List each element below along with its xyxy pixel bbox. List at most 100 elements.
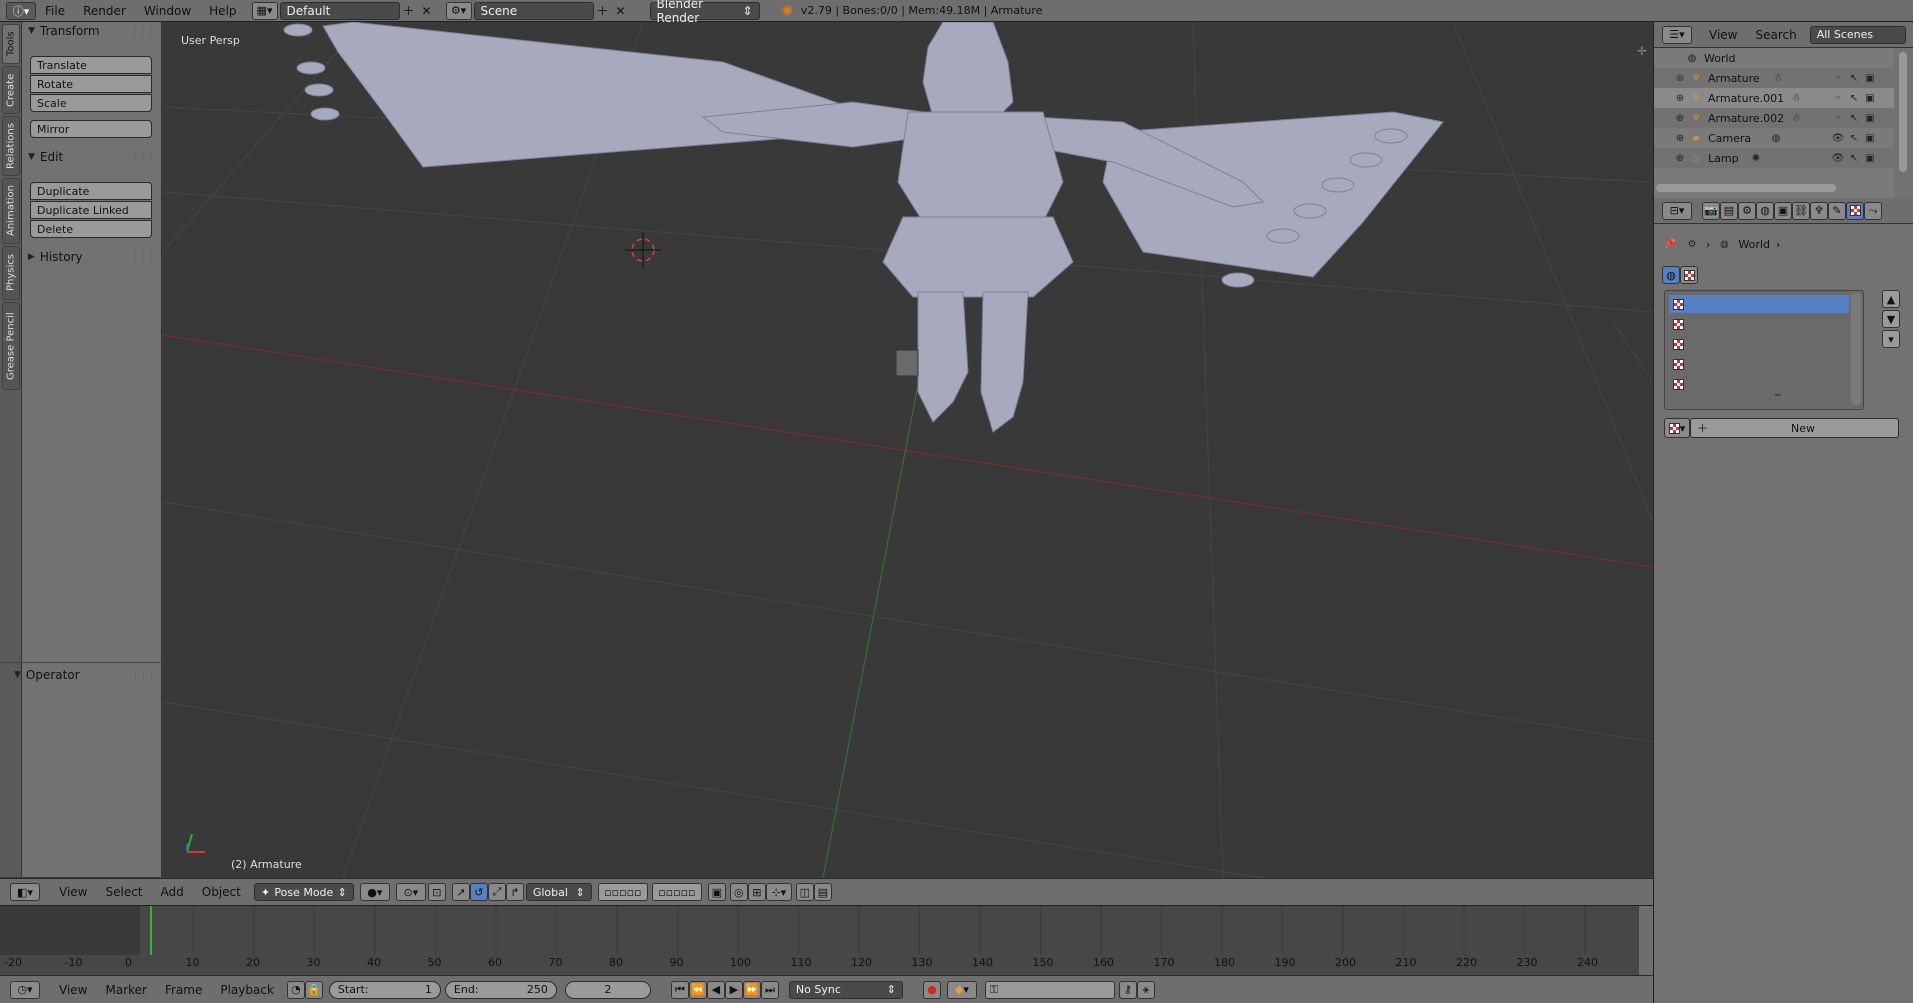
start-frame-field[interactable]: Start: 1 <box>328 980 441 999</box>
jump-start-icon[interactable]: ⏮ <box>670 980 689 999</box>
clock-icon[interactable]: ◷▾ <box>10 980 40 999</box>
menu-help[interactable]: Help <box>200 4 245 18</box>
scene-tab-icon[interactable]: ⚙ <box>1738 201 1756 220</box>
rotate-manipulator-icon[interactable]: ↺ <box>469 883 488 901</box>
duplicate-button[interactable]: Duplicate <box>30 182 152 200</box>
play-icon[interactable]: ▶ <box>724 980 743 999</box>
insert-keyframe-icon[interactable]: ⚷ <box>1118 980 1137 999</box>
expand-icon[interactable]: ⊕ <box>1672 150 1688 166</box>
tab-create[interactable]: Create <box>2 66 20 114</box>
menu-file[interactable]: File <box>36 4 74 18</box>
menu-render[interactable]: Render <box>74 4 135 18</box>
outliner-editor-icon[interactable]: ☰▾ <box>1662 25 1692 44</box>
add-layout-icon[interactable]: ＋ <box>400 2 418 20</box>
snap-element-icon[interactable]: ⊹▾ <box>765 883 792 901</box>
lock-icon[interactable]: 🔒 <box>304 980 323 999</box>
remove-scene-icon[interactable]: ✕ <box>612 2 630 20</box>
grip-icon[interactable]: ⋮⋮⋮ <box>131 252 156 262</box>
render-icon[interactable]: ▣ <box>1862 150 1878 166</box>
scene-field[interactable]: Scene <box>473 1 594 20</box>
timeline-scrollbar[interactable] <box>1639 906 1653 975</box>
menu-window[interactable]: Window <box>135 4 200 18</box>
keying-set-field[interactable]: ⚿ <box>984 980 1115 999</box>
grip-icon[interactable]: ⋮⋮⋮ <box>131 26 156 36</box>
end-frame-field[interactable]: End: 250 <box>444 980 557 999</box>
armature-box[interactable] <box>895 349 919 377</box>
editor-type-icon[interactable]: ◧▾ <box>10 883 40 901</box>
world-tab-icon[interactable]: ◍ <box>1756 201 1774 220</box>
cursor-select-icon[interactable]: ↖ <box>1846 90 1862 106</box>
expand-icon[interactable]: ⊕ <box>1672 90 1688 106</box>
outliner-hscrollbar[interactable] <box>1656 184 1836 192</box>
jump-keyframe-back-icon[interactable]: ⏪ <box>688 980 707 999</box>
orientation-select[interactable]: Global ⇕ <box>525 883 592 901</box>
render-icon[interactable]: ▣ <box>1862 110 1878 126</box>
mirror-button[interactable]: Mirror <box>30 120 152 138</box>
mode-select[interactable]: ✦ Pose Mode ⇕ <box>253 883 354 901</box>
outliner-tree[interactable]: ◍ World ⊕ ♆ Armature ☃ ◦ ↖ ▣ ⊕ ♆ Armatur… <box>1654 48 1894 198</box>
scene-icon[interactable]: ⚙▾ <box>445 1 472 20</box>
render-layers-tab-icon[interactable]: ▤ <box>1720 201 1738 220</box>
panel-edit-header[interactable]: ▼ Edit <box>28 150 63 164</box>
physics-tab-icon[interactable]: ⤳ <box>1864 201 1882 220</box>
viewport-canvas[interactable]: ✛ <box>163 22 1653 878</box>
menu-view[interactable]: View <box>50 885 96 899</box>
render-engine-select[interactable]: Blender Render ⇕ <box>649 0 760 25</box>
lock-layers-icon[interactable]: ▣ <box>707 883 726 901</box>
editor-type-icon[interactable]: ⓘ▾ <box>6 1 36 20</box>
outliner-row-armature[interactable]: ⊕ ♆ Armature ☃ ◦ ↖ ▣ <box>1654 68 1894 88</box>
render-icon[interactable]: ▣ <box>1862 70 1878 86</box>
delete-keyframe-icon[interactable]: ⚹ <box>1136 980 1155 999</box>
panel-transform-header[interactable]: ▼ Transform <box>28 24 100 38</box>
translate-manipulator-icon[interactable]: ↗ <box>451 883 470 901</box>
jump-keyframe-forward-icon[interactable]: ⏩ <box>742 980 761 999</box>
bone-tab-icon[interactable]: ✎ <box>1828 201 1846 220</box>
pin-icon[interactable]: 📌 <box>1662 236 1678 252</box>
current-frame-field[interactable]: 2 <box>564 980 651 999</box>
constraints-tab-icon[interactable]: ⛓ <box>1792 201 1810 220</box>
corner-split-icon[interactable]: ✛ <box>1637 44 1647 58</box>
render-icon[interactable]: ▣ <box>1862 90 1878 106</box>
shading-icon[interactable]: ●▾ <box>359 883 390 901</box>
keying-icon[interactable]: ◆ ▾ <box>946 980 977 999</box>
texture-tab-icon[interactable] <box>1846 201 1864 220</box>
render-tab-icon[interactable]: 📷 <box>1702 201 1720 220</box>
display-mode-select[interactable]: All Scenes <box>1809 25 1906 44</box>
preview-range-icon[interactable]: ◔ <box>286 980 305 999</box>
cursor-select-icon[interactable]: ↖ <box>1846 150 1862 166</box>
texture-slot-list[interactable]: ═ <box>1664 290 1864 410</box>
menu-select[interactable]: Select <box>96 885 151 899</box>
layers-grid-icon[interactable]: ▫▫▫▫▫ <box>651 883 702 901</box>
remove-layout-icon[interactable]: ✕ <box>418 2 436 20</box>
menu-object[interactable]: Object <box>193 885 250 899</box>
menu-add[interactable]: Add <box>152 885 193 899</box>
tab-relations[interactable]: Relations <box>2 116 20 176</box>
expand-icon[interactable]: ⊕ <box>1672 130 1688 146</box>
layers-grid-icon[interactable]: ▫▫▫▫▫ <box>597 883 648 901</box>
menu-marker[interactable]: Marker <box>96 983 155 997</box>
add-scene-icon[interactable]: ＋ <box>594 2 612 20</box>
play-reverse-icon[interactable]: ◀ <box>706 980 725 999</box>
timeline-area[interactable]: -20 -10 0 10 20 30 40 50 60 70 80 90 100 110 120 130 140… <box>0 905 1653 975</box>
menu-playback[interactable]: Playback <box>211 983 283 997</box>
outliner-row-lamp[interactable]: ⊕ ♨ Lamp ✺ 👁 ↖ ▣ <box>1654 148 1894 168</box>
scale-button[interactable]: Scale <box>30 94 152 112</box>
texture-browse-icon[interactable]: ▾ <box>1664 418 1690 438</box>
menu-frame[interactable]: Frame <box>156 983 211 997</box>
move-down-icon[interactable]: ▼ <box>1882 310 1900 328</box>
3d-cursor-icon[interactable] <box>625 232 661 268</box>
tab-grease-pencil[interactable]: Grease Pencil <box>2 302 20 390</box>
visibility-icon[interactable]: ◦ <box>1830 90 1846 106</box>
render-icon[interactable]: ▣ <box>1862 130 1878 146</box>
duplicate-linked-button[interactable]: Duplicate Linked <box>30 201 152 219</box>
tab-tools[interactable]: Tools <box>2 24 20 64</box>
snap-icon[interactable]: ⊞ <box>747 883 766 901</box>
record-icon[interactable]: ● <box>922 980 941 999</box>
object-tab-icon[interactable]: ▣ <box>1774 201 1792 220</box>
outliner-row-armature-002[interactable]: ⊕ ♆ Armature.002 ☃ ◦ ↖ ▣ <box>1654 108 1894 128</box>
tab-animation[interactable]: Animation <box>2 178 20 244</box>
visibility-icon[interactable]: ◦ <box>1830 110 1846 126</box>
properties-editor-icon[interactable]: ⊟▾ <box>1662 201 1692 220</box>
transform-icon[interactable]: ↱ <box>505 883 524 901</box>
other-texture-icon[interactable] <box>1680 266 1698 284</box>
